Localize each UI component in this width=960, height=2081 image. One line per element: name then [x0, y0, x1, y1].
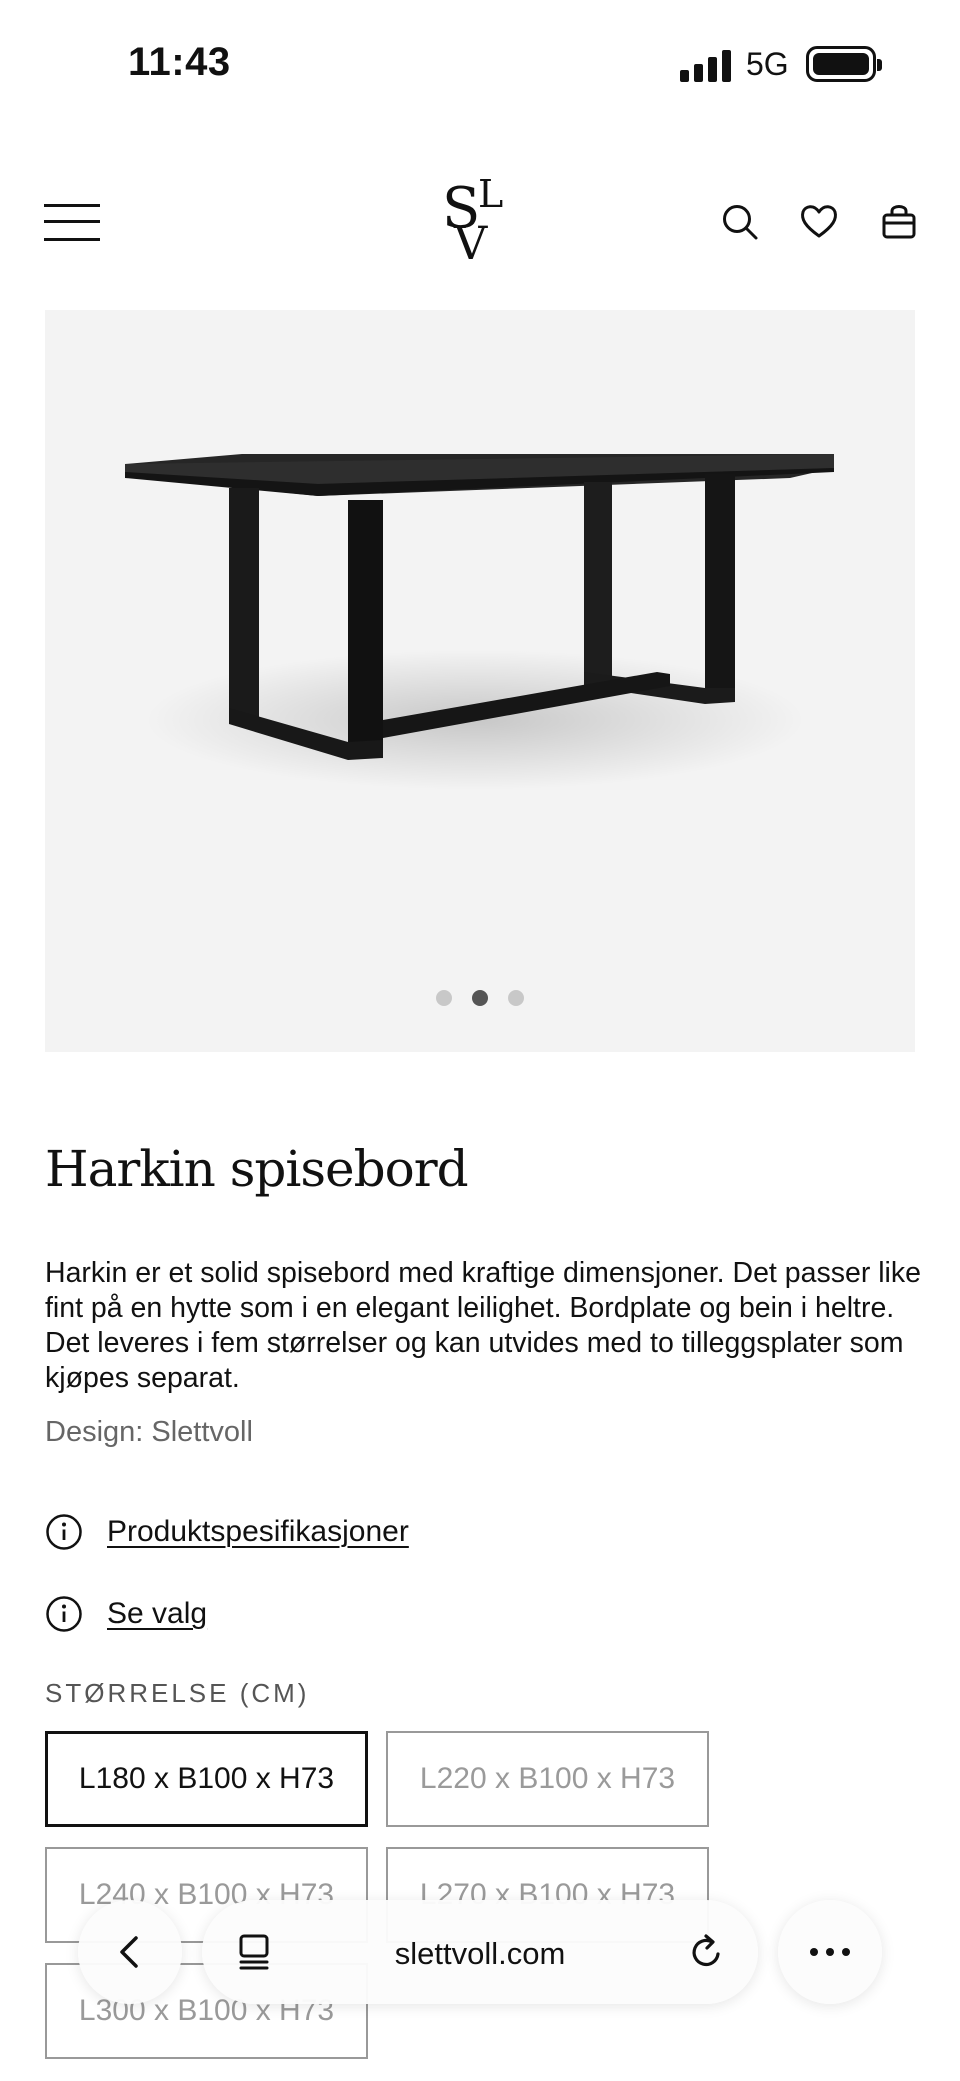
product-title: Harkin spisebord [45, 1140, 469, 1198]
address-bar[interactable]: slettvoll.com [202, 1900, 758, 2004]
gallery-dot[interactable] [436, 990, 452, 1006]
browser-toolbar: slettvoll.com [0, 1880, 960, 2040]
cellular-signal-icon [680, 48, 732, 82]
menu-icon[interactable] [44, 202, 100, 242]
more-options-button[interactable] [778, 1900, 882, 2004]
search-icon[interactable] [718, 200, 762, 244]
cart-icon[interactable] [877, 200, 921, 244]
reload-icon[interactable] [686, 1932, 726, 1972]
heart-icon[interactable] [797, 200, 841, 244]
size-option-selected[interactable]: L180 x B100 x H73 [45, 1731, 368, 1827]
site-header: SLV [0, 150, 960, 290]
gallery-dot-active[interactable] [472, 990, 488, 1006]
battery-icon [806, 46, 882, 82]
more-icon [810, 1948, 850, 1956]
brand-logo[interactable]: SLV [430, 170, 530, 280]
product-designer: Design: Slettvoll [45, 1416, 253, 1448]
product-specs-link[interactable]: Produktspesifikasjoner [45, 1510, 409, 1554]
product-image-gallery[interactable] [45, 310, 915, 1052]
back-button[interactable] [78, 1900, 182, 2004]
product-specs-label[interactable]: Produktspesifikasjoner [107, 1515, 409, 1549]
info-icon [46, 1596, 82, 1632]
product-image [125, 454, 834, 790]
gallery-pagination [45, 990, 915, 1006]
see-options-label[interactable]: Se valg [107, 1597, 207, 1631]
see-options-link[interactable]: Se valg [45, 1592, 207, 1636]
info-icon [46, 1514, 82, 1550]
size-option[interactable]: L220 x B100 x H73 [386, 1731, 709, 1827]
status-bar: 11:43 5G [0, 0, 960, 130]
size-section-label: STØRRELSE (CM) [45, 1678, 310, 1708]
chevron-left-icon [120, 1936, 138, 1968]
gallery-dot[interactable] [508, 990, 524, 1006]
status-time: 11:43 [128, 40, 231, 84]
network-type: 5G [746, 46, 789, 82]
product-description: Harkin er et solid spisebord med kraftig… [45, 1257, 921, 1394]
url-text[interactable]: slettvoll.com [202, 1936, 758, 1972]
